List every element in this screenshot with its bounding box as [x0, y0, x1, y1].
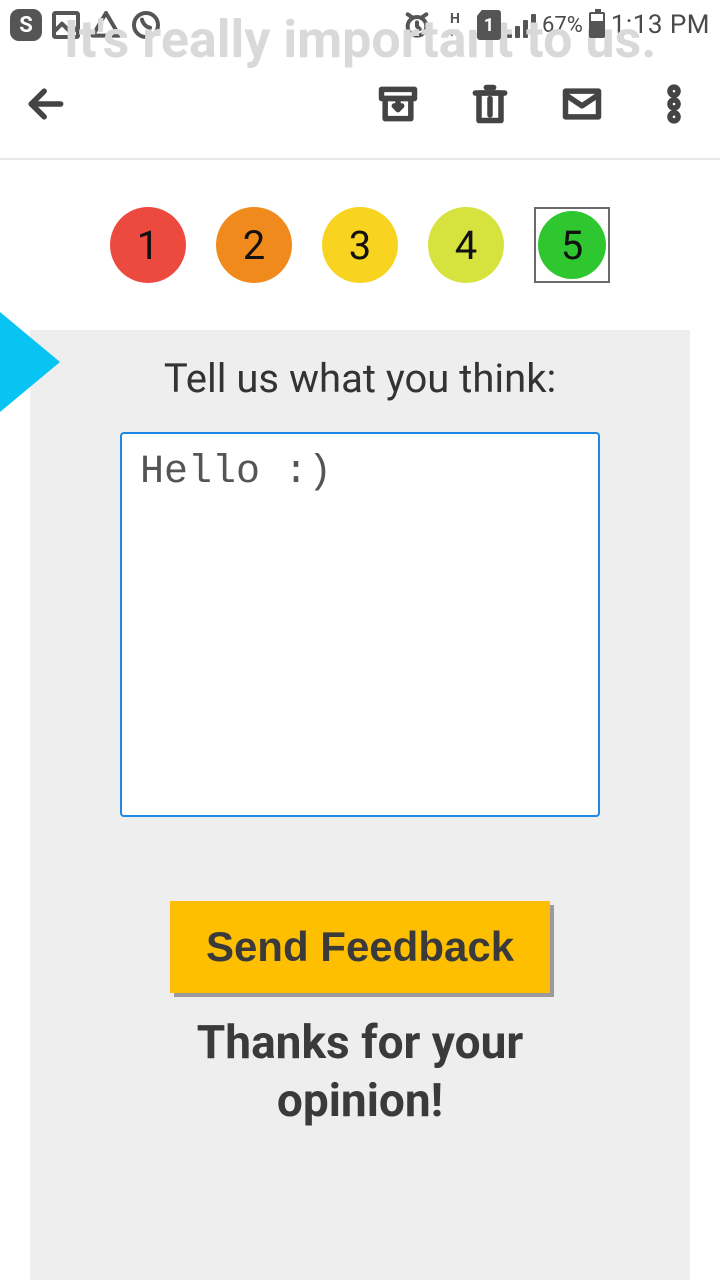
signal-icon [507, 12, 536, 38]
rating-strip: 12345 [0, 160, 720, 330]
battery-percent: 67% [542, 13, 583, 38]
sim-icon: 1 [477, 10, 501, 40]
rating-option-5[interactable]: 5 [534, 207, 610, 283]
app-bar [0, 50, 720, 160]
rating-option-4[interactable]: 4 [428, 207, 504, 283]
rating-option-3[interactable]: 3 [322, 207, 398, 283]
picture-icon [50, 9, 82, 41]
back-button[interactable] [20, 78, 72, 130]
warning-icon [90, 9, 122, 41]
feedback-input[interactable] [120, 432, 600, 817]
clock-time: 1:13 PM [611, 10, 710, 40]
delete-button[interactable] [464, 78, 516, 130]
status-bar: S H ↓↑ 1 67% 1:13 PM [0, 0, 720, 50]
alarm-icon [401, 9, 433, 41]
viber-icon [130, 9, 162, 41]
feedback-panel: Tell us what you think: Send Feedback Th… [30, 330, 690, 1280]
rating-circle: 5 [538, 211, 606, 279]
accent-triangle [0, 312, 60, 412]
sim-label: 1 [484, 15, 494, 36]
thanks-message: Thanks for your opinion! [120, 1015, 600, 1130]
rating-option-1[interactable]: 1 [110, 207, 186, 283]
rating-circle: 4 [428, 207, 504, 283]
data-type-label: H [450, 12, 460, 26]
rating-circle: 1 [110, 207, 186, 283]
battery-icon [589, 12, 605, 38]
skype-icon: S [10, 9, 42, 41]
more-button[interactable] [648, 78, 700, 130]
data-icon: H ↓↑ [439, 9, 471, 41]
rating-option-2[interactable]: 2 [216, 207, 292, 283]
archive-button[interactable] [372, 78, 424, 130]
send-feedback-button[interactable]: Send Feedback [170, 901, 550, 993]
rating-circle: 3 [322, 207, 398, 283]
feedback-prompt: Tell us what you think: [120, 355, 600, 402]
rating-circle: 2 [216, 207, 292, 283]
mail-button[interactable] [556, 78, 608, 130]
